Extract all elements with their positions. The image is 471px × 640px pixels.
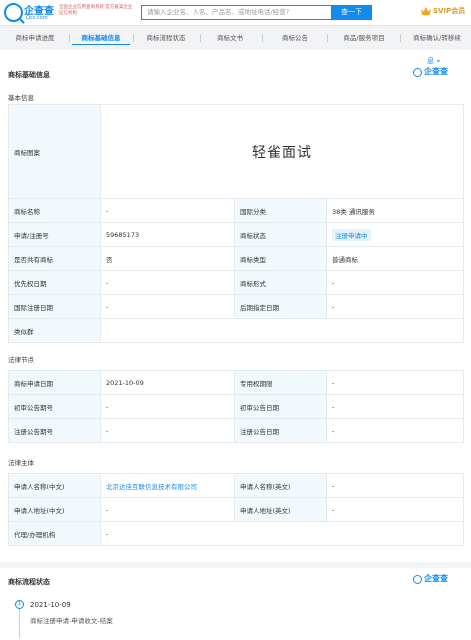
tab-divider bbox=[262, 34, 263, 42]
intl-reg-label: 国际注册日期 bbox=[8, 294, 101, 319]
name-label: 商标名称 bbox=[8, 198, 101, 223]
search-button[interactable]: 查一下 bbox=[331, 5, 372, 20]
priority-label: 优先权日期 bbox=[8, 270, 101, 295]
vip-link[interactable]: SVIP会员 bbox=[433, 6, 465, 16]
applicant-cn-addr-label: 申请人地址(中文) bbox=[8, 497, 101, 522]
tab-application-progress[interactable]: 商标申请进度 bbox=[2, 31, 68, 45]
tab-goods-services[interactable]: 商品/服务项目 bbox=[331, 31, 397, 45]
prelim-no-value: - bbox=[100, 394, 235, 419]
top-header: 企查查 Qcc.com 全国企业信用查询系统 官方备案企业征信机构 请输入企业名… bbox=[0, 0, 471, 26]
name-value: - bbox=[100, 198, 235, 223]
crown-icon bbox=[421, 7, 431, 15]
apply-date-value: 2021-10-09 bbox=[100, 370, 235, 395]
applicant-en-name-label: 申请人名称(英文) bbox=[234, 473, 327, 498]
intl-class-value: 38类 通讯服务 bbox=[325, 198, 465, 223]
reg-notice-date-value: - bbox=[326, 418, 464, 443]
agent-label: 代理/办理机构 bbox=[8, 521, 101, 546]
reg-no-value: 59685173 bbox=[100, 222, 235, 247]
search-input[interactable]: 请输入企业名、人名、产品名、或地址电话/经营? bbox=[141, 5, 331, 20]
collapse-toggle[interactable]: 息 « bbox=[427, 56, 441, 66]
basic-section-title: 基本信息 bbox=[8, 94, 34, 102]
applicant-cn-name-label: 申请人名称(中文) bbox=[8, 473, 101, 498]
tab-documents[interactable]: 商标文书 bbox=[203, 31, 257, 45]
priority-value: - bbox=[100, 270, 235, 295]
prelim-date-value: - bbox=[326, 394, 464, 419]
shared-label: 是否共有商标 bbox=[8, 246, 101, 271]
legal-section-title: 法律节点 bbox=[8, 356, 34, 364]
subject-section-title: 法律主体 bbox=[8, 459, 34, 467]
pattern-label: 商标图案 bbox=[8, 104, 101, 199]
status-label: 商标状态 bbox=[234, 222, 327, 247]
tab-process-status[interactable]: 商标流程状态 bbox=[136, 31, 196, 45]
applicant-en-addr-value: - bbox=[326, 497, 464, 522]
intl-reg-value: - bbox=[100, 294, 235, 319]
reg-no-label: 申请/注册号 bbox=[8, 222, 101, 247]
applicant-en-addr-label: 申请人地址(英文) bbox=[234, 497, 327, 522]
legal-nodes-table: 商标申请日期 2021-10-09 专用权期限 - 初审公告期号 - 初审公告日… bbox=[8, 370, 464, 443]
basic-info-table: 商标图案 轻雀面试 商标名称 - 国际分类 38类 通讯服务 申请/注册号 59… bbox=[8, 104, 465, 343]
qcc-watermark-icon bbox=[413, 68, 422, 77]
agent-value: - bbox=[100, 521, 464, 546]
tab-divider bbox=[327, 34, 328, 42]
later-date-value: - bbox=[325, 294, 465, 319]
timeline-step-desc: 商标注册申请-申请收文-结案 bbox=[30, 617, 113, 625]
qcc-logo-icon[interactable] bbox=[4, 3, 23, 22]
exclusive-period-value: - bbox=[326, 370, 464, 395]
trademark-tabs: 商标申请进度 商标基础信息 商标流程状态 商标文书 商标公告 商品/服务项目 商… bbox=[0, 31, 471, 45]
tab-divider bbox=[69, 34, 70, 42]
apply-date-label: 商标申请日期 bbox=[8, 370, 101, 395]
type-label: 商标类型 bbox=[234, 246, 327, 271]
reg-notice-date-label: 注册公告日期 bbox=[234, 418, 327, 443]
form-value: - bbox=[325, 270, 465, 295]
status-badge: 注册申请中 bbox=[332, 228, 371, 241]
tab-basic-info[interactable]: 商标基础信息 bbox=[72, 31, 130, 45]
qcc-watermark: 企查查 bbox=[424, 67, 448, 76]
tab-announcements[interactable]: 商标公告 bbox=[268, 31, 322, 45]
shared-value: 否 bbox=[100, 246, 235, 271]
legal-subject-table: 申请人名称(中文) 北京达佳互联信息技术有限公司 申请人名称(英文) - 申请人… bbox=[8, 473, 464, 546]
logo-subtext: Qcc.com bbox=[26, 15, 48, 21]
qcc-watermark-icon bbox=[413, 575, 422, 584]
tab-transfer-renewal[interactable]: 商标确认/转移续 bbox=[403, 31, 471, 45]
basic-info-title: 商标基础信息 bbox=[8, 71, 50, 79]
similar-group-value bbox=[99, 318, 465, 343]
header-notice: 全国企业信用查询系统 官方备案企业征信机构 bbox=[59, 5, 133, 16]
form-label: 商标形式 bbox=[234, 270, 327, 295]
reg-notice-no-label: 注册公告期号 bbox=[8, 418, 101, 443]
tab-divider bbox=[400, 34, 401, 42]
prelim-date-label: 初审公告日期 bbox=[234, 394, 327, 419]
status-cell: 注册申请中 bbox=[325, 222, 465, 247]
process-status-title: 商标流程状态 bbox=[8, 578, 50, 586]
applicant-company-link[interactable]: 北京达佳互联信息技术有限公司 bbox=[106, 483, 197, 491]
tab-divider bbox=[200, 34, 201, 42]
timeline-step-marker: 1 bbox=[15, 600, 24, 609]
type-value: 普通商标 bbox=[325, 246, 465, 271]
exclusive-period-label: 专用权期限 bbox=[234, 370, 327, 395]
prelim-no-label: 初审公告期号 bbox=[8, 394, 101, 419]
qcc-watermark: 企查查 bbox=[424, 574, 448, 583]
applicant-cn-addr-value: - bbox=[100, 497, 235, 522]
timeline-line bbox=[19, 608, 20, 638]
applicant-cn-name-cell: 北京达佳互联信息技术有限公司 bbox=[100, 473, 235, 498]
reg-notice-no-value: - bbox=[100, 418, 235, 443]
tab-divider bbox=[133, 34, 134, 42]
later-date-label: 后期指定日期 bbox=[234, 294, 327, 319]
timeline-step-date: 2021-10-09 bbox=[30, 601, 71, 609]
intl-class-label: 国际分类 bbox=[234, 198, 327, 223]
similar-group-label: 类似群 bbox=[8, 318, 101, 343]
applicant-en-name-value: - bbox=[326, 473, 464, 498]
trademark-pattern: 轻雀面试 bbox=[99, 104, 465, 199]
